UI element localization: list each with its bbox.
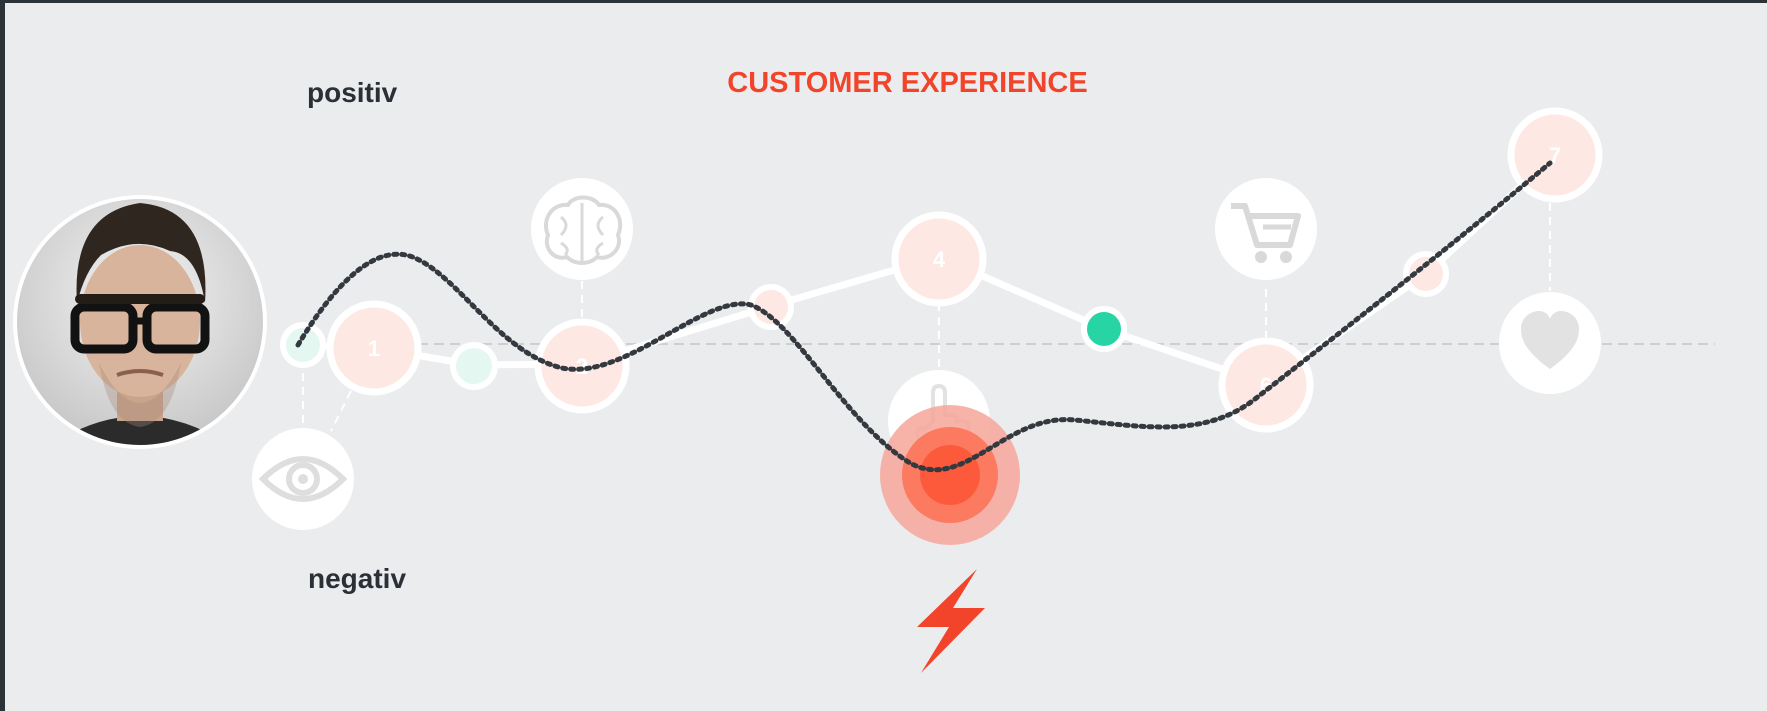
heart-icon <box>1499 292 1601 394</box>
axis-label-negative: negativ <box>308 563 407 594</box>
page-title: CUSTOMER EXPERIENCE <box>727 67 1088 99</box>
node-5-green-dot <box>1081 306 1127 352</box>
journey-map: 1 2 4 6 7 <box>13 107 1715 673</box>
node-1b <box>450 342 498 390</box>
node-number: 4 <box>933 247 946 272</box>
pain-point-marker <box>880 405 1020 545</box>
avatar <box>13 195 267 449</box>
axis-label-positive: positiv <box>307 77 398 108</box>
eye-icon <box>252 428 354 530</box>
lightning-icon <box>917 569 985 673</box>
brain-icon <box>531 178 633 280</box>
diagram-canvas: 1 2 4 6 7 CUSTOMER EXPERIENCE positiv ne… <box>5 3 1767 711</box>
shopping-cart-icon <box>1215 178 1317 280</box>
node-start <box>280 322 326 368</box>
node-number: 1 <box>368 336 380 361</box>
